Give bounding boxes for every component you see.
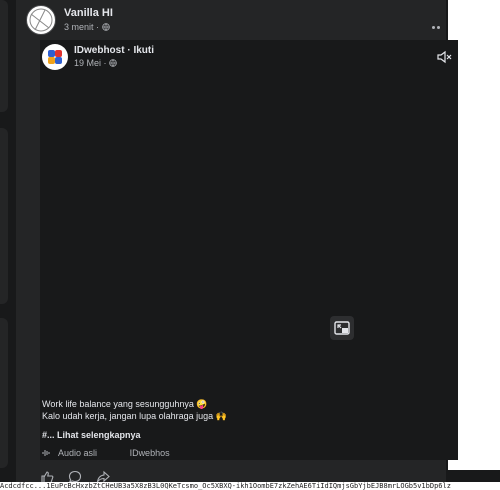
status-url-bar: Acdcdfcc...1EuPcBcHxzbZtCHeUB3a5X8zB3L0Q… bbox=[0, 482, 500, 490]
shared-reel[interactable]: IDwebhost · Ikuti 19 Mei · Work life bal… bbox=[40, 40, 458, 460]
picture-in-picture-button[interactable] bbox=[330, 316, 354, 340]
page-name-line: IDwebhost · Ikuti bbox=[74, 45, 154, 56]
left-rail bbox=[0, 0, 10, 490]
follow-button[interactable]: Ikuti bbox=[133, 45, 154, 56]
shared-post-date[interactable]: 19 Mei bbox=[74, 58, 101, 68]
more-horizontal-icon[interactable] bbox=[432, 16, 446, 47]
rail-card bbox=[0, 128, 8, 304]
post-caption: Work life balance yang sesungguhnya 🤪 Ka… bbox=[42, 398, 442, 422]
volume-muted-icon[interactable] bbox=[436, 50, 452, 64]
outer-post-header: Vanilla HI 3 menit · bbox=[26, 5, 440, 47]
post-author-name[interactable]: Vanilla HI bbox=[64, 7, 113, 19]
caption-line: Kalo udah kerja, jangan lupa olahraga ju… bbox=[42, 411, 227, 421]
rail-card bbox=[0, 318, 8, 468]
audio-label: Audio asli bbox=[58, 448, 98, 458]
see-more-line: #... Lihat selengkapnya bbox=[42, 430, 141, 440]
avatar-logo-icon bbox=[29, 8, 53, 32]
avatar[interactable] bbox=[26, 5, 56, 35]
audio-account[interactable]: IDwebhos bbox=[130, 448, 170, 458]
post-meta: 3 menit · bbox=[64, 22, 110, 32]
audio-attribution[interactable]: Audio asli IDwebhos bbox=[42, 448, 170, 458]
shared-post-meta: 19 Mei · bbox=[74, 58, 117, 68]
hashtag[interactable]: #... bbox=[42, 430, 55, 440]
globe-icon bbox=[101, 23, 110, 31]
picture-in-picture-icon bbox=[334, 321, 350, 335]
see-more-link[interactable]: Lihat selengkapnya bbox=[57, 430, 141, 440]
post-time[interactable]: 3 menit bbox=[64, 22, 94, 32]
page-name[interactable]: IDwebhost bbox=[74, 45, 125, 56]
page-avatar[interactable] bbox=[42, 44, 68, 70]
idwebhost-logo-icon bbox=[48, 50, 62, 64]
rail-card bbox=[0, 0, 8, 112]
audio-wave-icon bbox=[42, 450, 50, 456]
feed-post: Vanilla HI 3 menit · IDwebhost · Ikuti 1… bbox=[16, 0, 458, 486]
globe-icon bbox=[109, 59, 117, 67]
caption-line: Work life balance yang sesungguhnya 🤪 bbox=[42, 399, 208, 409]
